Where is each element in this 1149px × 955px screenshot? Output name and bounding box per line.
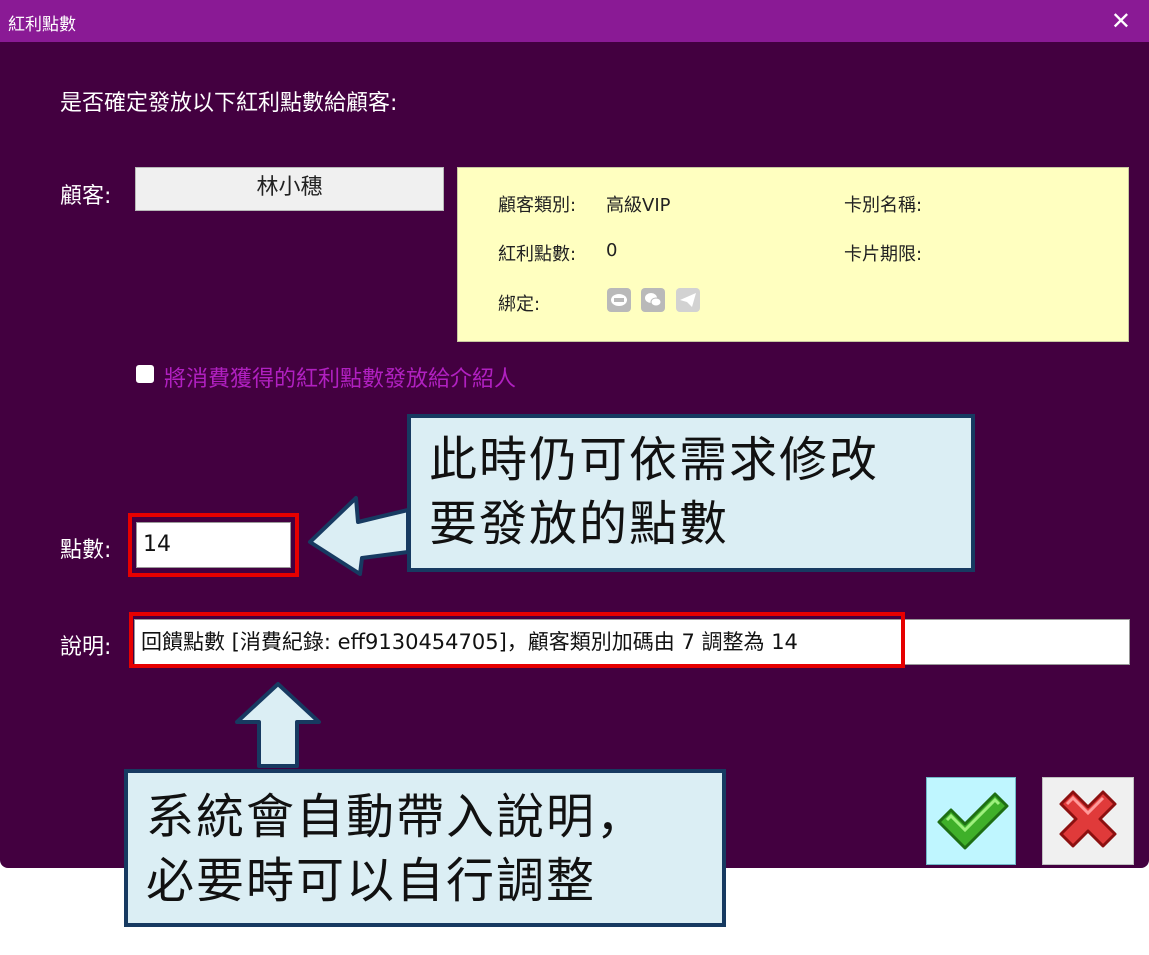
- window-title: 紅利點數: [8, 15, 76, 35]
- referrer-checkbox-label: 將消費獲得的紅利點數發放給介紹人: [164, 367, 517, 392]
- description-callout-line1: 系統會自動帶入說明，: [146, 789, 647, 845]
- title-bar: 紅利點數 ✕: [0, 0, 1149, 42]
- up-arrow-icon: [235, 682, 321, 768]
- referrer-checkbox[interactable]: [136, 365, 154, 383]
- customer-label: 顧客:: [60, 184, 112, 209]
- customer-name-field[interactable]: 林小穗: [135, 167, 444, 211]
- description-callout: 系統會自動帶入說明， 必要時可以自行調整: [124, 769, 726, 927]
- points-callout: 此時仍可依需求修改 要發放的點數: [407, 414, 975, 572]
- customer-category-label: 顧客類別:: [498, 195, 577, 216]
- checkmark-icon: [937, 792, 1009, 850]
- line-icon: [607, 288, 631, 312]
- confirm-button[interactable]: [926, 777, 1016, 865]
- bonus-points-value: 0: [606, 240, 618, 261]
- customer-category-value: 高級VIP: [606, 195, 671, 216]
- points-label: 點數:: [60, 538, 112, 563]
- points-input[interactable]: 14: [136, 522, 291, 568]
- points-callout-line2: 要發放的點數: [429, 496, 730, 552]
- card-name-label: 卡別名稱:: [844, 195, 923, 216]
- description-label: 說明:: [60, 635, 112, 660]
- cancel-button[interactable]: [1042, 777, 1134, 865]
- cross-icon: [1059, 790, 1117, 848]
- card-expiry-label: 卡片期限:: [844, 244, 923, 265]
- telegram-icon: [676, 288, 700, 312]
- customer-info-panel: 顧客類別: 高級VIP 紅利點數: 0 綁定: 卡別名稱: 卡片期限:: [457, 167, 1129, 342]
- wechat-icon: [641, 288, 665, 312]
- points-callout-line1: 此時仍可依需求修改: [429, 432, 880, 488]
- left-arrow-icon: [308, 496, 410, 576]
- binding-label: 綁定:: [498, 294, 541, 315]
- confirm-prompt: 是否確定發放以下紅利點數給顧客:: [60, 91, 398, 116]
- bonus-points-label: 紅利點數:: [498, 244, 577, 265]
- description-callout-line2: 必要時可以自行調整: [146, 853, 597, 909]
- description-highlight-frame: [129, 612, 905, 668]
- close-button[interactable]: ✕: [1111, 7, 1131, 35]
